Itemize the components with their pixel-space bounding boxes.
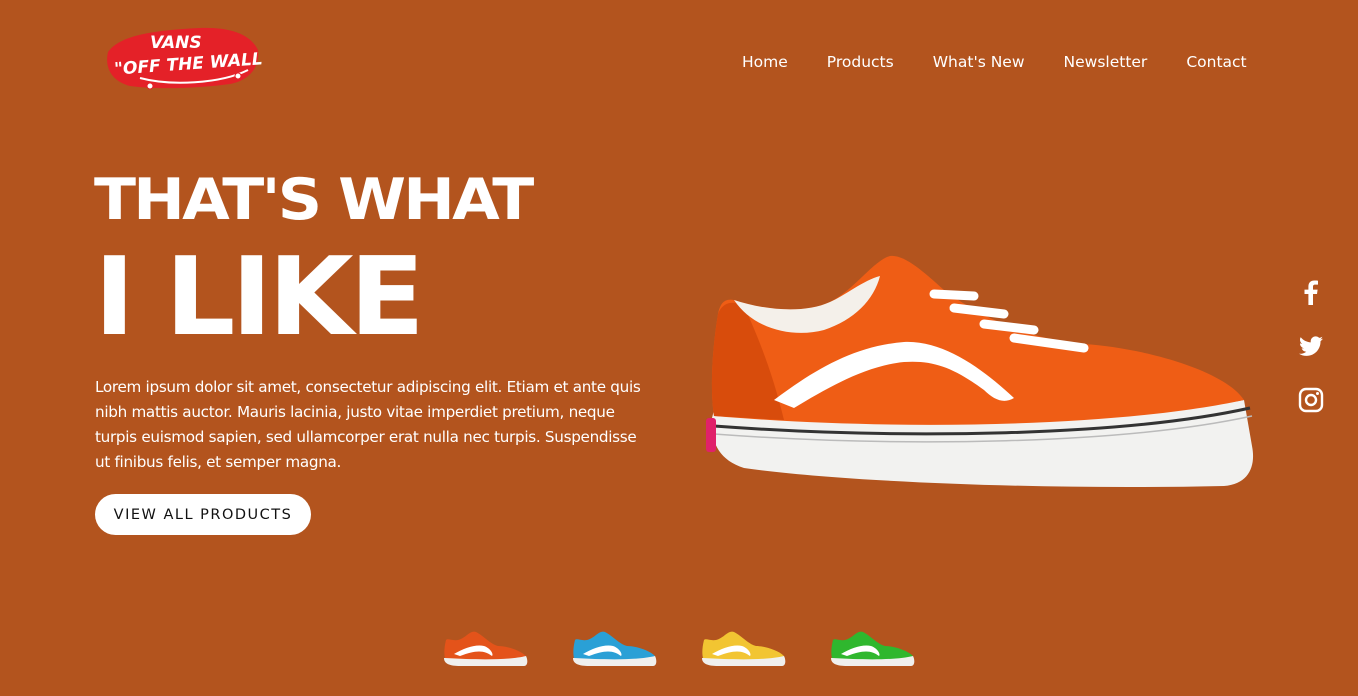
thumbnail-green-shoe[interactable]: [827, 626, 915, 670]
facebook-icon[interactable]: [1297, 278, 1325, 306]
logo-graphic: VANS "OFF THE WALL": [107, 27, 262, 90]
thumbnail-orange-shoe[interactable]: [440, 626, 528, 670]
vans-logo[interactable]: VANS "OFF THE WALL": [100, 24, 262, 96]
headline-line2: I LIKE: [94, 235, 425, 360]
nav-home[interactable]: Home: [742, 53, 788, 71]
nav-products[interactable]: Products: [827, 53, 894, 71]
view-all-products-button[interactable]: VIEW ALL PRODUCTS: [95, 494, 311, 535]
nav-newsletter[interactable]: Newsletter: [1064, 53, 1148, 71]
headline-line1: THAT'S WHAT: [94, 167, 534, 233]
nav-whats-new[interactable]: What's New: [933, 53, 1025, 71]
main-nav: Home Products What's New Newsletter Cont…: [742, 53, 1247, 71]
shoe-color-thumbnails: [440, 626, 915, 670]
hero-description: Lorem ipsum dolor sit amet, consectetur …: [95, 378, 641, 471]
thumbnail-blue-shoe[interactable]: [569, 626, 657, 670]
featured-shoe-image: [704, 250, 1260, 500]
twitter-icon[interactable]: [1297, 332, 1325, 360]
logo-top-text: VANS: [150, 33, 202, 53]
thumbnail-yellow-shoe[interactable]: [698, 626, 786, 670]
nav-contact[interactable]: Contact: [1186, 53, 1246, 71]
social-links: [1297, 278, 1325, 414]
instagram-icon[interactable]: [1297, 386, 1325, 414]
